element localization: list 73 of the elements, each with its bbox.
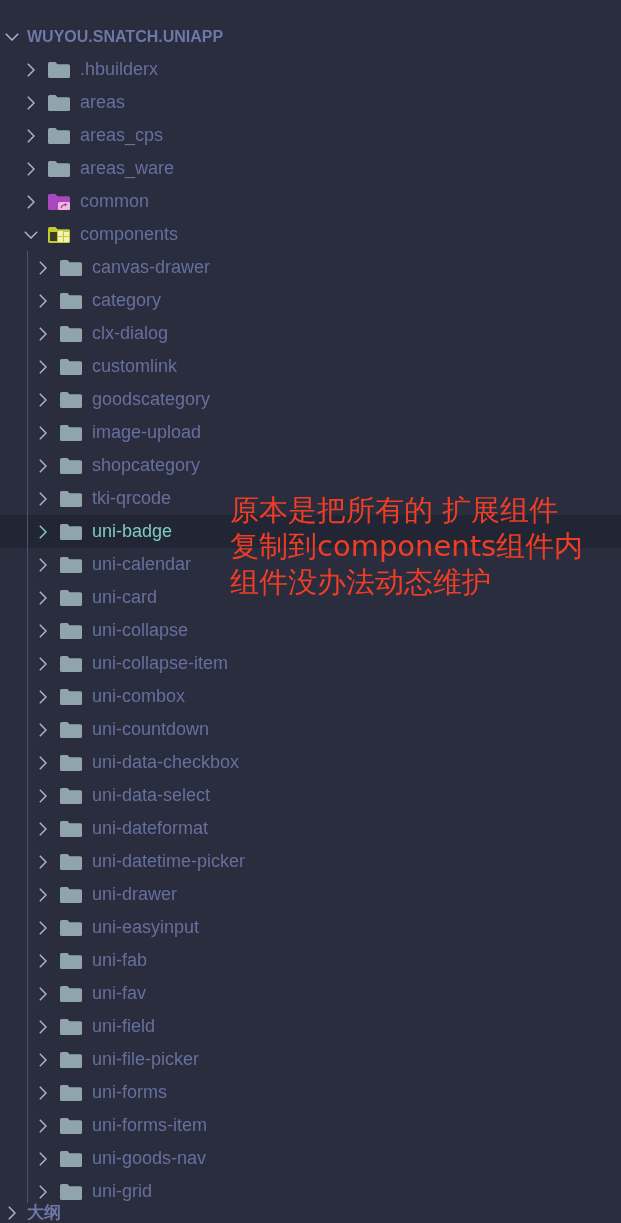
folder-item[interactable]: tki-qrcode [35,485,176,512]
folder-item[interactable]: uni-collapse-item [35,650,233,677]
folder-icon [60,655,82,672]
folder-item[interactable]: common [23,188,154,215]
folder-icon [60,325,82,342]
folder-icon [60,424,82,441]
folder-item[interactable]: uni-file-picker [35,1046,204,1073]
folder-item[interactable]: shopcategory [35,452,205,479]
project-header[interactable]: WUYOU.SNATCH.UNIAPP [0,20,228,53]
folder-item[interactable]: areas_ware [23,155,179,182]
folder-item[interactable]: uni-fav [35,980,151,1007]
folder-item[interactable]: uni-card [35,584,162,611]
folder-item[interactable]: uni-forms [35,1079,171,1106]
folder-icon [48,160,70,177]
folder-item[interactable]: uni-forms-item [35,1112,211,1139]
folder-icon [60,457,82,474]
folder-item[interactable]: uni-data-checkbox [35,749,244,776]
folder-item[interactable]: uni-dateformat [35,815,213,842]
folder-item[interactable]: .hbuilderx [23,56,163,83]
folder-icon [48,127,70,144]
outline-header[interactable]: 大纲 [0,1203,65,1223]
folder-item[interactable]: uni-countdown [35,716,214,743]
folder-item[interactable]: canvas-drawer [35,254,215,281]
folder-item[interactable]: uni-grid [35,1178,157,1203]
folder-item[interactable]: uni-calendar [35,551,196,578]
folder-icon [60,358,82,375]
folder-item[interactable]: clx-dialog [35,320,173,347]
folder-icon [60,391,82,408]
folder-item[interactable]: uni-collapse [35,617,193,644]
folder-icon [60,853,82,870]
folder-link-icon [48,193,70,210]
folder-icon [60,952,82,969]
folder-item[interactable]: category [35,287,166,314]
folder-icon [60,622,82,639]
folder-item[interactable]: uni-combox [35,683,190,710]
folder-item[interactable]: components [23,221,183,248]
folder-icon [60,787,82,804]
folder-item[interactable]: uni-data-select [35,782,215,809]
folder-item[interactable]: uni-fab [35,947,152,974]
folder-icon [60,1018,82,1035]
folder-icon [60,259,82,276]
folder-icon [60,1183,82,1200]
folder-icon [60,1150,82,1167]
folder-icon [60,1084,82,1101]
folder-icon [60,1117,82,1134]
folder-item[interactable]: uni-field [35,1013,160,1040]
folder-icon [60,820,82,837]
folder-icon [60,754,82,771]
folder-item[interactable]: uni-datetime-picker [35,848,250,875]
folder-icon [60,985,82,1002]
annotation-text: 原本是把所有的 扩展组件 复制到components组件内 组件没办法动态维护 [230,492,584,600]
folder-icon [60,721,82,738]
folder-item[interactable]: goodscategory [35,386,215,413]
folder-item[interactable]: areas_cps [23,122,168,149]
folder-icon [60,556,82,573]
folder-item[interactable]: areas [23,89,130,116]
folder-item[interactable]: customlink [35,353,182,380]
folder-icon [60,919,82,936]
folder-item[interactable]: uni-drawer [35,881,182,908]
folder-item[interactable]: uni-easyinput [35,914,204,941]
folder-icon [60,886,82,903]
folder-icon [60,589,82,606]
folder-icon [60,1051,82,1068]
folder-item[interactable]: image-upload [35,419,206,446]
folder-item[interactable]: uni-goods-nav [35,1145,211,1172]
folder-item[interactable]: uni-badge [35,518,177,545]
folder-icon [60,523,82,540]
folder-icon [48,94,70,111]
folder-icon [60,490,82,507]
folder-icon [60,292,82,309]
folder-blocks-icon [48,226,70,243]
folder-icon [60,688,82,705]
folder-icon [48,61,70,78]
